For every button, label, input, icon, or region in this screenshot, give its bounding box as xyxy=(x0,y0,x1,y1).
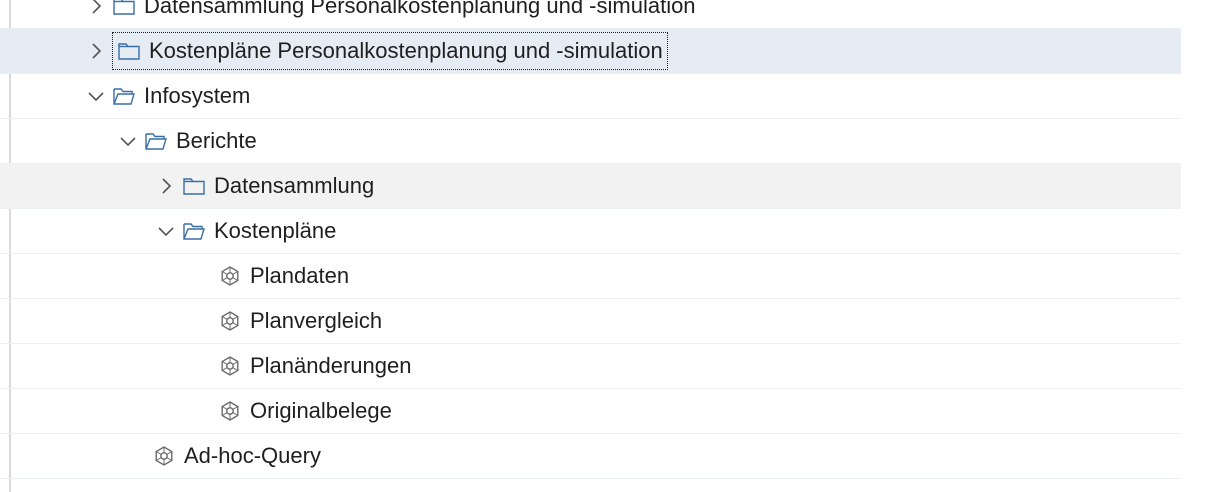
tree-item-label: Planvergleich xyxy=(250,308,383,333)
tree-item-label: Plandaten xyxy=(250,263,350,288)
tree-row-datensammlung-personalkosten[interactable]: Datensammlung Personalkostenplanung und … xyxy=(0,0,1181,29)
tree-screen: Datensammlung Personalkostenplanung und … xyxy=(0,0,1209,492)
folder-open-icon xyxy=(112,85,136,107)
menu-tree: Datensammlung Personalkostenplanung und … xyxy=(0,0,1181,479)
transaction-icon xyxy=(218,400,242,422)
folder-open-icon xyxy=(182,220,206,242)
transaction-icon xyxy=(218,310,242,332)
tree-row-infosystem[interactable]: Infosystem xyxy=(0,74,1181,119)
tree-item-label: Planänderungen xyxy=(250,353,412,378)
focus-outline: Kostenpläne Personalkostenplanung und -s… xyxy=(112,32,668,70)
transaction-icon xyxy=(152,445,176,467)
folder-closed-icon xyxy=(182,175,206,197)
tree-row-kostenplaene[interactable]: Kostenpläne xyxy=(0,209,1181,254)
tree-row-plandaten[interactable]: Plandaten xyxy=(0,254,1181,299)
tree-row-planvergleich[interactable]: Planvergleich xyxy=(0,299,1181,344)
folder-closed-icon xyxy=(117,40,141,62)
folder-closed-icon xyxy=(112,0,136,17)
chevron-down-icon[interactable] xyxy=(118,131,138,151)
tree-row-datensammlung[interactable]: Datensammlung xyxy=(0,164,1181,209)
folder-open-icon xyxy=(144,130,168,152)
tree-item-label: Berichte xyxy=(176,128,257,153)
tree-row-ad-hoc-query[interactable]: Ad-hoc-Query xyxy=(0,434,1181,479)
transaction-icon xyxy=(218,265,242,287)
chevron-down-icon[interactable] xyxy=(86,86,106,106)
tree-row-planaenderungen[interactable]: Planänderungen xyxy=(0,344,1181,389)
tree-row-kostenplaene-personalkosten[interactable]: Kostenpläne Personalkostenplanung und -s… xyxy=(0,29,1181,74)
tree-item-label: Datensammlung xyxy=(214,173,375,198)
transaction-icon xyxy=(218,355,242,377)
tree-item-label: Kostenpläne Personalkostenplanung und -s… xyxy=(149,38,663,63)
tree-row-berichte[interactable]: Berichte xyxy=(0,119,1181,164)
chevron-right-icon[interactable] xyxy=(86,0,106,16)
tree-item-label: Datensammlung Personalkostenplanung und … xyxy=(144,0,696,18)
tree-item-label: Kostenpläne xyxy=(214,218,337,243)
tree-item-label: Infosystem xyxy=(144,83,251,108)
chevron-right-icon[interactable] xyxy=(86,41,106,61)
tree-item-label: Ad-hoc-Query xyxy=(184,443,321,468)
tree-item-label: Originalbelege xyxy=(250,398,392,423)
chevron-down-icon[interactable] xyxy=(156,221,176,241)
chevron-right-icon[interactable] xyxy=(156,176,176,196)
tree-row-originalbelege[interactable]: Originalbelege xyxy=(0,389,1181,434)
